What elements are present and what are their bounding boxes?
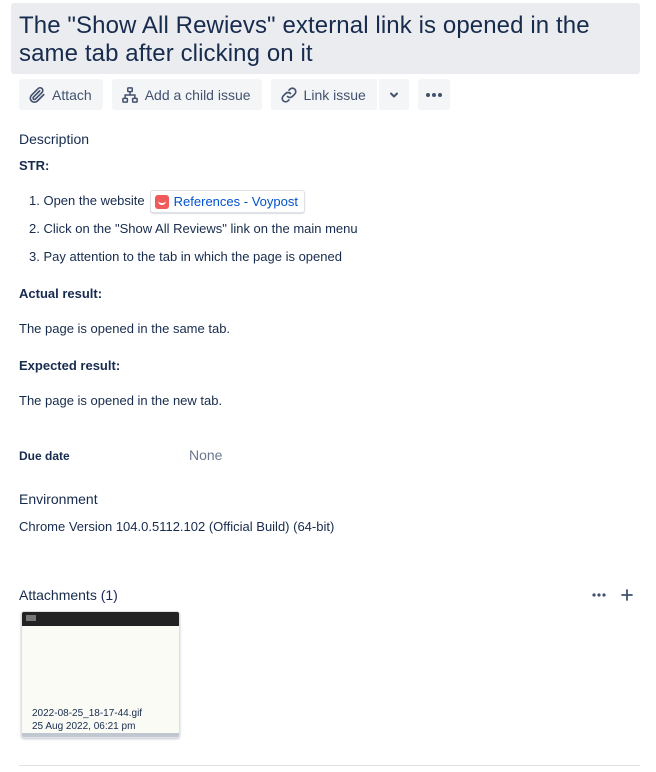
actual-result-label: Actual result: <box>19 286 103 301</box>
add-attachment-button[interactable] <box>619 587 635 603</box>
attachment-date: 25 Aug 2022, 06:21 pm <box>32 721 136 732</box>
link-icon <box>280 86 297 103</box>
child-issue-icon <box>121 86 138 103</box>
chevron-down-icon <box>389 92 398 97</box>
list-item: 3. Pay attention to the tab in which the… <box>29 246 358 274</box>
more-actions-button[interactable] <box>417 79 450 110</box>
thumbnail-footer <box>22 733 179 737</box>
paperclip-icon <box>29 86 45 103</box>
actual-result-text: The page is opened in the same tab. <box>19 321 231 336</box>
issue-title[interactable]: The "Show All Rewievs" external link is … <box>19 12 632 68</box>
environment-value[interactable]: Chrome Version 104.0.5112.102 (Official … <box>19 519 334 534</box>
attach-label: Attach <box>52 86 92 103</box>
link-issue-button[interactable]: Link issue <box>270 79 377 110</box>
attachment-caption: 2022-08-25_18-17-44.gif 25 Aug 2022, 06:… <box>32 707 142 733</box>
due-date-value[interactable]: None <box>189 447 222 463</box>
list-item: 2. Click on the "Show All Reviews" link … <box>29 218 358 246</box>
attachment-filename: 2022-08-25_18-17-44.gif <box>32 708 143 719</box>
attachments-heading: Attachments (1) <box>19 587 118 603</box>
add-child-issue-label: Add a child issue <box>144 86 251 103</box>
attachments-header: Attachments (1) <box>19 587 640 605</box>
issue-toolbar: Attach Add a child issue Link issue <box>19 79 450 110</box>
link-issue-label: Link issue <box>303 86 366 103</box>
plus-icon <box>621 589 633 601</box>
attachment-thumbnail[interactable]: 2022-08-25_18-17-44.gif 25 Aug 2022, 06:… <box>21 611 180 738</box>
expected-result-label: Expected result: <box>19 358 121 373</box>
str-label: STR: <box>19 158 50 173</box>
environment-label: Environment <box>19 491 98 507</box>
step-text: Open the website <box>43 193 145 208</box>
smart-link-text: References - Voypost <box>173 193 298 209</box>
link-issue-dropdown[interactable] <box>376 79 409 110</box>
issue-title-container[interactable]: The "Show All Rewievs" external link is … <box>11 3 640 74</box>
step-number: 3. <box>29 249 40 264</box>
attach-button[interactable]: Attach <box>19 79 103 110</box>
step-text: Click on the "Show All Reviews" link on … <box>43 221 358 236</box>
step-number: 1. <box>29 193 40 208</box>
favicon-icon <box>154 194 169 209</box>
description-heading: Description <box>19 131 90 147</box>
more-icon <box>425 92 442 97</box>
attachments-actions <box>589 587 635 603</box>
thumbnail-preview-bar <box>22 612 179 626</box>
add-child-issue-button[interactable]: Add a child issue <box>111 79 262 110</box>
more-icon <box>592 593 606 597</box>
step-text: Pay attention to the tab in which the pa… <box>43 249 342 264</box>
due-date-label: Due date <box>19 449 70 463</box>
step-number: 2. <box>29 221 40 236</box>
steps-list: 1. Open the website References - Voypost… <box>29 190 358 274</box>
link-issue-split-button: Link issue <box>270 79 409 110</box>
divider <box>19 765 640 766</box>
list-item: 1. Open the website References - Voypost <box>29 190 358 218</box>
attachments-more-button[interactable] <box>589 587 609 603</box>
website-smart-link[interactable]: References - Voypost <box>149 190 305 213</box>
expected-result-text: The page is opened in the new tab. <box>19 393 223 408</box>
